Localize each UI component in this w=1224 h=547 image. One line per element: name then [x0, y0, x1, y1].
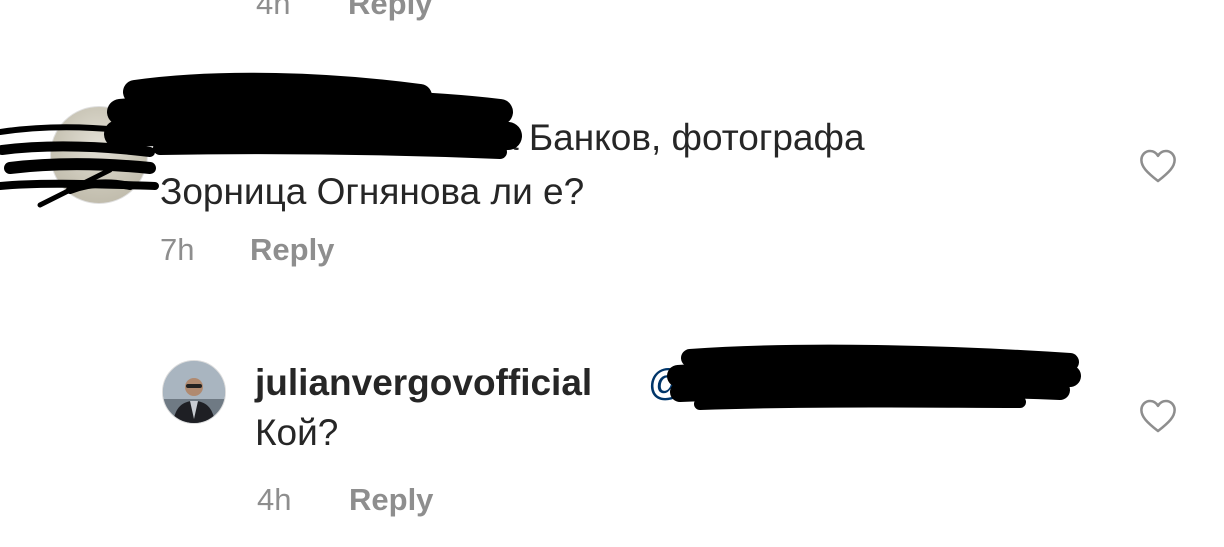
redaction-scribble — [0, 72, 1081, 410]
